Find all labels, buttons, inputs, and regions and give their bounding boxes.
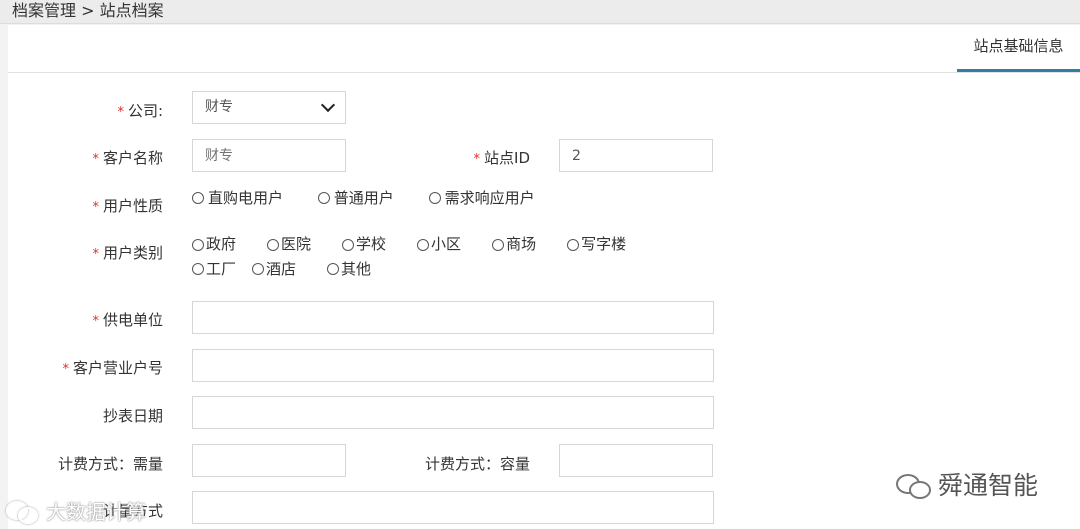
watermark-right-text: 舜通智能 <box>938 471 1039 500</box>
billing-demand-label: 计费方式：需量 <box>57 455 163 473</box>
billing-capacity-input[interactable] <box>559 444 713 477</box>
radio-circle-icon <box>192 191 204 204</box>
radio-direct-purchase[interactable]: 直购电用户 <box>192 187 283 208</box>
meter-date-label: 抄表日期 <box>102 407 163 425</box>
required-mark: * <box>117 105 124 120</box>
radio-circle-icon <box>428 191 441 204</box>
watermark-right: 舜通智能 <box>896 466 1038 502</box>
tab-site-basic-info[interactable]: 站点基础信息 <box>957 25 1080 72</box>
company-label: * 公司: <box>117 102 163 120</box>
watermark-left-text: 大数据计算 <box>46 500 146 524</box>
power-unit-label: * 供电单位 <box>92 311 163 329</box>
radio-hotel[interactable]: 酒店 <box>252 258 296 281</box>
radio-circle-icon <box>192 238 204 251</box>
radio-hospital[interactable]: 医院 <box>267 233 311 256</box>
user-nature-label: * 用户性质 <box>92 197 163 215</box>
radio-circle-icon <box>192 263 204 275</box>
radio-circle-icon <box>327 263 340 275</box>
user-nature-radios: 直购电用户 普通用户 需求响应用户 <box>192 187 565 208</box>
radio-demand-response[interactable]: 需求响应用户 <box>428 187 535 208</box>
user-category-label: * 用户类别 <box>92 244 163 262</box>
radio-school[interactable]: 学校 <box>342 233 386 256</box>
radio-circle-icon <box>252 263 265 275</box>
radio-circle-icon <box>342 238 355 251</box>
customer-name-input[interactable] <box>192 139 346 172</box>
form-panel: 站点基础信息 *公司: 财专 *客户名称 *站点ID *用户性质 直购电用户 普… <box>8 25 1080 529</box>
billing-capacity-label: 计费方式：容量 <box>424 455 530 473</box>
radio-factory[interactable]: 工厂 <box>192 258 236 281</box>
customer-name-label: * 客户名称 <box>92 149 163 167</box>
power-unit-input[interactable] <box>192 301 714 334</box>
business-account-input[interactable] <box>192 349 714 382</box>
chevron-down-icon <box>320 97 336 113</box>
user-category-radios: 政府 医院 学校 小区 商场 写字楼工厂 酒店 其他 <box>192 233 712 282</box>
required-mark: * <box>473 152 481 167</box>
radio-normal-user[interactable]: 普通用户 <box>317 187 394 208</box>
radio-residential[interactable]: 小区 <box>417 233 461 256</box>
site-id-label: * 站点ID <box>473 149 530 167</box>
business-account-label: * 客户营业户号 <box>62 359 163 377</box>
company-select-value: 财专 <box>205 99 233 115</box>
required-mark: * <box>92 200 99 215</box>
required-mark: * <box>92 314 99 329</box>
billing-demand-input[interactable] <box>192 444 346 477</box>
radio-circle-icon <box>317 191 330 204</box>
wechat-icon <box>896 472 931 499</box>
watermark-left: 大数据计算 <box>6 496 146 525</box>
radio-other[interactable]: 其他 <box>327 258 371 281</box>
tab-bar: 站点基础信息 <box>8 25 1080 73</box>
required-mark: * <box>92 152 99 167</box>
radio-office[interactable]: 写字楼 <box>567 233 626 256</box>
radio-circle-icon <box>567 238 580 251</box>
company-select[interactable]: 财专 <box>192 91 346 124</box>
site-id-input[interactable] <box>559 139 713 172</box>
radio-circle-icon <box>492 238 505 251</box>
radio-circle-icon <box>417 238 430 251</box>
required-mark: * <box>92 247 99 262</box>
radio-circle-icon <box>267 238 280 251</box>
required-mark: * <box>62 362 69 377</box>
breadcrumb: 档案管理 > 站点档案 <box>0 0 1080 24</box>
meter-date-input[interactable] <box>192 396 714 429</box>
billing-quantity-input[interactable] <box>192 491 714 524</box>
wechat-icon <box>6 499 40 524</box>
radio-government[interactable]: 政府 <box>192 233 236 256</box>
radio-mall[interactable]: 商场 <box>492 233 536 256</box>
